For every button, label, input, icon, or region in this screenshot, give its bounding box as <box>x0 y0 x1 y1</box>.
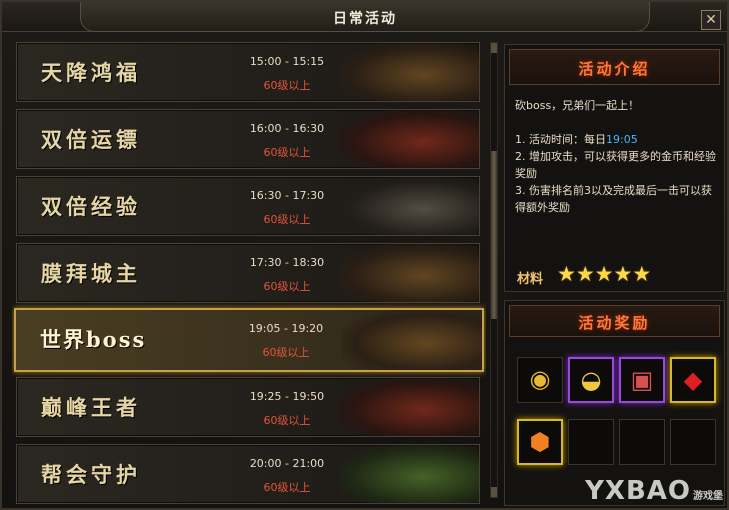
reward-slot <box>670 419 716 465</box>
activity-level-requirement: 60级以上 <box>263 414 311 427</box>
daily-activities-window: 日常活动 ✕ 天降鸿福 15:00 - 15:15 60级以上 双倍运镖 16:00 -… <box>0 0 729 510</box>
star-icon: ★ <box>557 262 576 286</box>
watermark-logo: YXBAO <box>585 476 691 506</box>
scroll-down-arrow[interactable] <box>491 487 497 497</box>
title-tab: 日常活动 <box>80 2 650 32</box>
reward-slot[interactable]: ▣ <box>619 357 665 403</box>
rewards-title: 活动奖励 <box>578 314 651 332</box>
activity-time: 17:30 - 18:30 <box>249 256 325 269</box>
activity-row[interactable]: 双倍运镖 16:00 - 16:30 60级以上 <box>16 109 480 169</box>
activity-row[interactable]: 巅峰王者 19:25 - 19:50 60级以上 <box>16 377 480 437</box>
scroll-thumb[interactable] <box>491 151 497 319</box>
activity-art <box>339 378 479 436</box>
star-icon: ★ <box>575 262 595 286</box>
intro-line-1: 砍boss，兄弟们一起上！ <box>515 99 640 112</box>
scroll-up-arrow[interactable] <box>491 43 497 53</box>
star-icon: ★ <box>594 262 614 286</box>
gold-ingot-icon: ◒ <box>580 366 602 394</box>
reward-slot <box>619 419 665 465</box>
star-icon: ★ <box>613 262 633 286</box>
watermark-sub: 游戏堡 <box>693 491 723 502</box>
activity-art <box>339 177 479 235</box>
activity-row[interactable]: 膜拜城主 17:30 - 18:30 60级以上 <box>16 243 480 303</box>
intro-header: 活动介绍 <box>509 49 720 85</box>
window-title: 日常活动 <box>333 11 397 27</box>
activity-art <box>339 43 479 101</box>
intro-time-value: 19:05 <box>606 133 638 146</box>
activity-name: 双倍运镖 <box>41 127 141 152</box>
close-button[interactable]: ✕ <box>701 10 721 30</box>
reward-slot[interactable]: ◒ <box>568 357 614 403</box>
activity-time: 15:00 - 15:15 <box>249 55 325 68</box>
activity-level-requirement: 60级以上 <box>263 481 311 494</box>
activity-row[interactable]: 帮会守护 20:00 - 21:00 60级以上 <box>16 444 480 504</box>
reward-slot[interactable]: ◉ <box>517 357 563 403</box>
activity-row[interactable]: 世界boss 19:05 - 19:20 60级以上 <box>14 308 484 372</box>
activity-time: 16:30 - 17:30 <box>249 189 325 202</box>
intro-line-3: 2. 增加攻击，可以获得更多的金币和经验奖励 <box>515 150 716 180</box>
activity-art <box>339 244 479 302</box>
intro-line-4: 3. 伤害排名前3以及完成最后一击可以获得额外奖励 <box>515 184 712 214</box>
orange-gem-icon: ⬢ <box>529 428 551 456</box>
activity-row[interactable]: 双倍经验 16:30 - 17:30 60级以上 <box>16 176 480 236</box>
activity-time: 19:25 - 19:50 <box>249 390 325 403</box>
activity-name: 帮会守护 <box>41 462 141 487</box>
activity-level-requirement: 60级以上 <box>263 213 311 226</box>
activity-level-requirement: 60级以上 <box>262 346 310 359</box>
activity-name: 双倍经验 <box>41 194 141 219</box>
rewards-header: 活动奖励 <box>509 305 720 337</box>
activity-time: 16:00 - 16:30 <box>249 122 325 135</box>
activity-name: 世界boss <box>40 327 147 352</box>
site-watermark: YXBAO 游戏堡 <box>585 476 723 506</box>
activity-time: 20:00 - 21:00 <box>249 457 325 470</box>
reward-slot[interactable]: ◆ <box>670 357 716 403</box>
star-icon: ★ <box>632 262 652 286</box>
red-gem-icon: ◆ <box>683 366 703 394</box>
activity-intro-panel: 活动介绍 砍boss，兄弟们一起上！ 1. 活动时间：每日19:05 2. 增加… <box>504 44 725 292</box>
activity-name: 膜拜城主 <box>41 261 141 286</box>
activity-art <box>342 310 482 370</box>
activity-art <box>339 445 479 503</box>
activity-name: 天降鸿福 <box>41 60 141 85</box>
activity-level-requirement: 60级以上 <box>263 79 311 92</box>
activity-list: 天降鸿福 15:00 - 15:15 60级以上 双倍运镖 16:00 - 16:30 6… <box>12 42 486 510</box>
activity-time: 19:05 - 19:20 <box>248 322 324 335</box>
activity-level-requirement: 60级以上 <box>263 146 311 159</box>
activity-row[interactable]: 天降鸿福 15:00 - 15:15 60级以上 <box>16 42 480 102</box>
reward-slot <box>568 419 614 465</box>
intro-description: 砍boss，兄弟们一起上！ 1. 活动时间：每日19:05 2. 增加攻击，可以… <box>515 97 717 216</box>
gold-coins-icon: ◉ <box>529 365 551 393</box>
activity-art <box>339 110 479 168</box>
intro-line-2: 1. 活动时间：每日19:05 <box>515 131 717 148</box>
activity-name: 巅峰王者 <box>41 395 141 420</box>
difficulty-stars: ★★★★★ <box>557 263 651 285</box>
activity-level-requirement: 60级以上 <box>263 280 311 293</box>
scroll-icon: ▣ <box>630 366 654 394</box>
scrollbar[interactable] <box>490 42 498 498</box>
intro-time-prefix: 1. 活动时间：每日 <box>515 133 606 146</box>
material-label: 材料 <box>517 272 544 287</box>
reward-slot[interactable]: ⬢ <box>517 419 563 465</box>
intro-title: 活动介绍 <box>578 60 651 78</box>
title-bar: 日常活动 ✕ <box>2 2 727 32</box>
